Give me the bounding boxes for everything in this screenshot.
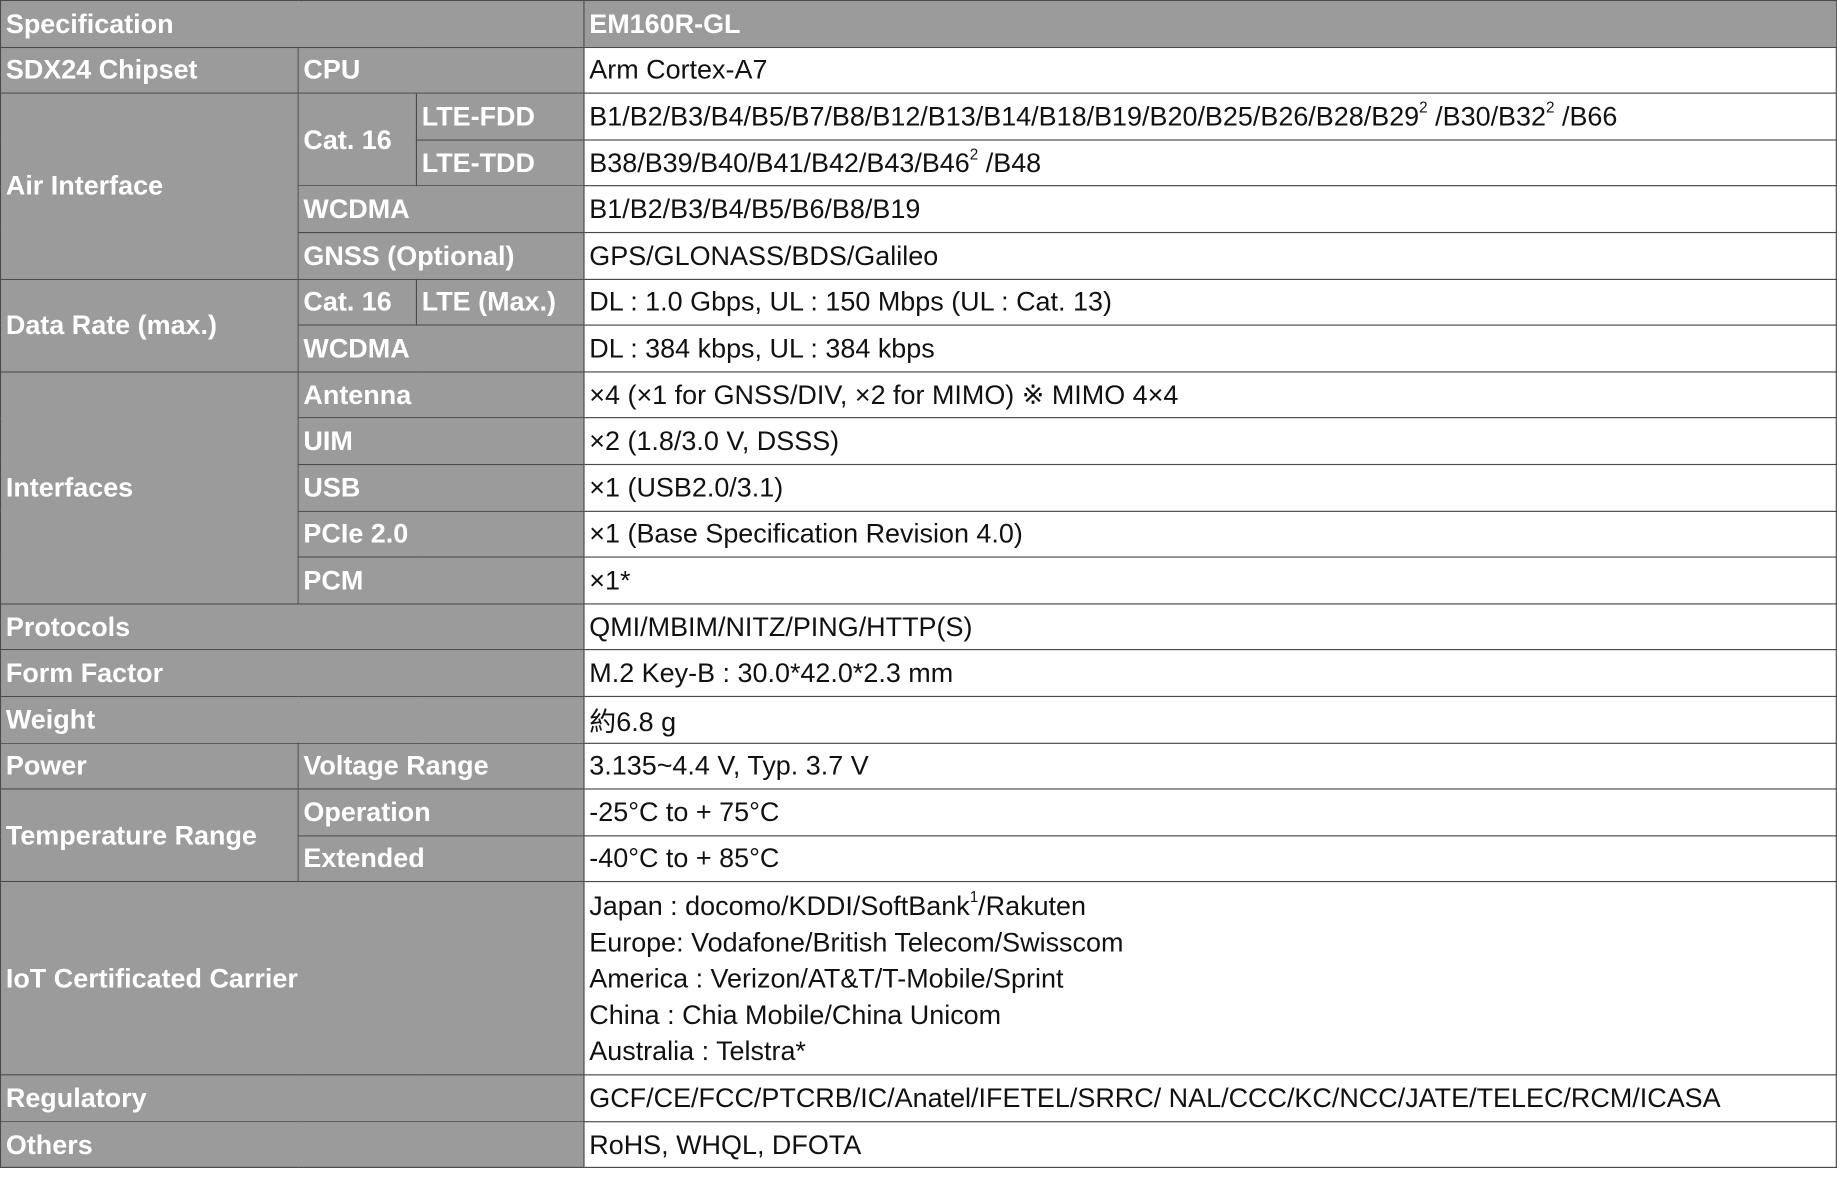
pcie-label: PCIe 2.0 — [297, 510, 585, 558]
gnss-label: GNSS (Optional) — [297, 231, 585, 280]
power-label: Power — [0, 742, 299, 790]
antenna-value: ×4 (×1 for GNSS/DIV, ×2 for MIMO) ※ MIMO… — [583, 371, 1837, 419]
usb-label: USB — [297, 463, 585, 512]
model-name: EM160R-GL — [583, 0, 1837, 48]
extended-label: Extended — [297, 834, 585, 883]
table-row: Regulatory GCF/CE/FCC/PTCRB/IC/Anatel/IF… — [0, 1074, 1837, 1123]
usb-value: ×1 (USB2.0/3.1) — [583, 463, 1837, 512]
pcm-value: ×1* — [583, 556, 1837, 605]
carrier-japan-text-end: /Rakuten — [978, 890, 1087, 921]
voltage-range-label: Voltage Range — [297, 742, 585, 790]
extended-value: -40°C to + 85°C — [583, 834, 1837, 883]
lte-fdd-value: B1/B2/B3/B4/B5/B7/B8/B12/B13/B14/B18/B19… — [583, 92, 1837, 141]
interfaces-label: Interfaces — [0, 371, 299, 605]
lte-max-label: LTE (Max.) — [415, 278, 585, 326]
carrier-label: IoT Certificated Carrier — [0, 881, 585, 1076]
data-rate-wcdma-value: DL : 384 kbps, UL : 384 kbps — [583, 324, 1837, 373]
table-row: Power Voltage Range 3.135~4.4 V, Typ. 3.… — [0, 742, 1837, 790]
gnss-value: GPS/GLONASS/BDS/Galileo — [583, 231, 1837, 280]
regulatory-value: GCF/CE/FCC/PTCRB/IC/Anatel/IFETEL/SRRC/ … — [583, 1074, 1837, 1123]
regulatory-label: Regulatory — [0, 1074, 585, 1123]
temperature-label: Temperature Range — [0, 788, 299, 883]
form-factor-label: Form Factor — [0, 649, 585, 697]
table-row: Form Factor M.2 Key-B : 30.0*42.0*2.3 mm — [0, 649, 1837, 697]
others-label: Others — [0, 1120, 585, 1169]
table-row: Temperature Range Operation -25°C to + 7… — [0, 788, 1837, 883]
carrier-value: Japan : docomo/KDDI/SoftBank1/Rakuten Eu… — [583, 881, 1837, 1076]
lte-tdd-label: LTE-TDD — [415, 139, 585, 187]
uim-label: UIM — [297, 417, 585, 466]
table-row: SDX24 Chipset CPU Arm Cortex-A7 — [0, 46, 1837, 94]
protocols-label: Protocols — [0, 602, 585, 651]
table-row: Data Rate (max.) Cat. 16 LTE (Max.) DL :… — [0, 278, 1837, 373]
table-row: Air Interface Cat. 16 LTE-FDD B1/B2/B3/B… — [0, 92, 1837, 280]
table-row: Specification EM160R-GL — [0, 0, 1837, 48]
lte-fdd-bands: B1/B2/B3/B4/B5/B7/B8/B12/B13/B14/B18/B19… — [589, 100, 1420, 132]
carrier-line-japan: Japan : docomo/KDDI/SoftBank1/Rakuten — [589, 888, 1831, 924]
pcie-value: ×1 (Base Specification Revision 4.0) — [583, 510, 1837, 558]
lte-tdd-bands: B38/B39/B40/B41/B42/B43/B46 — [589, 147, 970, 178]
pcm-label: PCM — [297, 556, 585, 605]
protocols-value: QMI/MBIM/NITZ/PING/HTTP(S) — [583, 602, 1837, 651]
weight-label: Weight — [0, 695, 585, 744]
lte-fdd-bands-cont: /B30/B32 — [1427, 100, 1547, 132]
weight-value: 約6.8 g — [583, 695, 1837, 744]
carrier-line-america: America : Verizon/AT&T/T-Mobile/Sprint — [589, 962, 1064, 994]
operation-value: -25°C to + 75°C — [583, 788, 1837, 837]
air-cat-label: Cat. 16 — [297, 92, 418, 187]
chipset-label: SDX24 Chipset — [0, 46, 299, 94]
spec-sheet: Specification EM160R-GL SDX24 Chipset CP… — [0, 0, 1837, 1200]
table-row: IoT Certificated Carrier Japan : docomo/… — [0, 881, 1837, 1076]
voltage-range-value: 3.135~4.4 V, Typ. 3.7 V — [583, 742, 1837, 790]
antenna-label: Antenna — [297, 371, 585, 419]
lte-tdd-value: B38/B39/B40/B41/B42/B43/B462 /B48 — [583, 139, 1837, 187]
lte-fdd-label: LTE-FDD — [415, 92, 585, 141]
data-rate-wcdma-label: WCDMA — [297, 324, 585, 373]
table-row: Interfaces Antenna ×4 (×1 for GNSS/DIV, … — [0, 371, 1837, 605]
air-interface-label: Air Interface — [0, 92, 299, 280]
cpu-label: CPU — [297, 46, 585, 94]
data-rate-cat-label: Cat. 16 — [297, 278, 418, 326]
carrier-line-australia: Australia : Telstra* — [589, 1035, 806, 1066]
lte-fdd-bands-end: /B66 — [1554, 100, 1618, 132]
carrier-line-china: China : Chia Mobile/China Unicom — [589, 999, 1002, 1030]
lte-max-value: DL : 1.0 Gbps, UL : 150 Mbps (UL : Cat. … — [583, 278, 1837, 326]
others-value: RoHS, WHQL, DFOTA — [583, 1120, 1837, 1169]
table-row: Others RoHS, WHQL, DFOTA — [0, 1120, 1837, 1169]
spec-header-label: Specification — [0, 0, 585, 48]
footnote-mark: 2 — [1546, 98, 1555, 117]
data-rate-label: Data Rate (max.) — [0, 278, 299, 373]
operation-label: Operation — [297, 788, 585, 837]
wcdma-value: B1/B2/B3/B4/B5/B6/B8/B19 — [583, 185, 1837, 234]
table-row: Protocols QMI/MBIM/NITZ/PING/HTTP(S) — [0, 602, 1837, 651]
wcdma-label: WCDMA — [297, 185, 585, 234]
spec-table: Specification EM160R-GL SDX24 Chipset CP… — [0, 0, 1837, 1169]
form-factor-value: M.2 Key-B : 30.0*42.0*2.3 mm — [583, 649, 1837, 697]
table-row: Weight 約6.8 g — [0, 695, 1837, 744]
footnote-mark: 2 — [1419, 98, 1428, 117]
carrier-japan-text: Japan : docomo/KDDI/SoftBank — [589, 890, 970, 921]
footnote-mark: 2 — [969, 145, 979, 163]
carrier-line-europe: Europe: Vodafone/British Telecom/Swissco… — [589, 926, 1124, 957]
uim-value: ×2 (1.8/3.0 V, DSSS) — [583, 417, 1837, 466]
cpu-value: Arm Cortex-A7 — [583, 46, 1837, 94]
footnote-mark: 1 — [969, 888, 979, 906]
lte-tdd-bands-end: /B48 — [978, 147, 1042, 178]
